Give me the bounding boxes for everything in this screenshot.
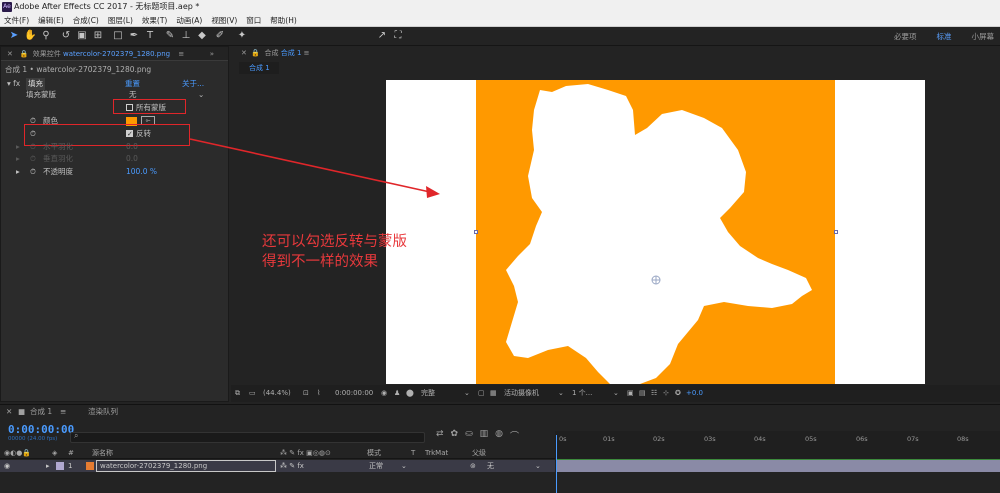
layer-index: 1 — [68, 462, 73, 470]
tick-5: 05s — [805, 435, 817, 443]
label-color-swatch[interactable] — [56, 462, 64, 470]
comp-mini-flowchart-icon[interactable]: ⇄ — [436, 429, 444, 442]
tick-7: 07s — [907, 435, 919, 443]
tab-comp-1[interactable]: 合成 1 — [30, 405, 52, 419]
label-icon: ◈ — [52, 449, 58, 457]
comp-icon: ■ — [18, 407, 26, 416]
layer-name[interactable]: watercolor-2702379_1280.png — [96, 460, 276, 472]
chevron-down-icon[interactable]: ⌄ — [401, 460, 407, 472]
tick-3: 03s — [704, 435, 716, 443]
frame-blending-icon[interactable]: ▥ — [480, 429, 489, 442]
expand-arrow-icon[interactable]: ▸ — [46, 460, 50, 472]
tick-1: 01s — [603, 435, 615, 443]
layer-search-input[interactable]: ⌕ — [70, 431, 425, 443]
column-parent[interactable]: 父级 — [472, 447, 486, 459]
close-icon[interactable]: ✕ — [6, 405, 12, 419]
shy-icon[interactable]: ⛀ — [465, 429, 473, 442]
column-trkmat[interactable]: TrkMat — [425, 447, 448, 459]
layer-switches-icons[interactable]: ⁂ ✎ fx — [280, 460, 304, 472]
tick-0: 0s — [559, 435, 567, 443]
av-switch-icons: ◉◐●🔒 — [4, 449, 32, 457]
switches-icons: ⁂ ✎ fx ▣◎◍⊙ — [280, 449, 331, 457]
layer-row[interactable]: ◉ ▸ 1 watercolor-2702379_1280.png ⁂ ✎ fx… — [0, 460, 555, 472]
timeline-tabs: ✕ ■ 合成 1 ≡ 渲染队列 — [0, 405, 1000, 419]
layer-columns-header: ◉◐●🔒 ◈ # 源名称 ⁂ ✎ fx ▣◎◍⊙ 模式 T TrkMat 父级 — [0, 447, 555, 459]
layer-duration-bar[interactable] — [557, 460, 1000, 472]
column-mode[interactable]: 模式 — [367, 447, 381, 459]
frame-rate: 00000 (24.00 fps) — [8, 436, 58, 442]
panel-menu-icon[interactable]: ≡ — [60, 405, 66, 419]
eye-icon[interactable]: ◉ — [4, 460, 10, 472]
tick-6: 06s — [856, 435, 868, 443]
timeline-panel: ✕ ■ 合成 1 ≡ 渲染队列 0:00:00:00 00000 (24.00 … — [0, 404, 1000, 493]
current-time[interactable]: 0:00:00:00 — [8, 423, 74, 436]
annotation-text: 还可以勾选反转与蒙版 得到不一样的效果 — [262, 232, 407, 272]
timeline-switches: ⇄ ✿ ⛀ ▥ ◍ ⌒ — [436, 429, 519, 442]
draft-3d-icon[interactable]: ✿ — [451, 429, 459, 442]
column-t[interactable]: T — [411, 447, 415, 459]
annotation-line-2: 得到不一样的效果 — [262, 254, 378, 270]
motion-blur-icon[interactable]: ◍ — [495, 429, 503, 442]
tick-2: 02s — [653, 435, 665, 443]
tick-8: 08s — [957, 435, 969, 443]
image-file-icon — [86, 462, 94, 470]
playhead[interactable] — [556, 435, 557, 493]
parent-pickwhip-icon[interactable]: ⊚ — [470, 460, 476, 472]
chevron-down-icon[interactable]: ⌄ — [535, 460, 541, 472]
tick-4: 04s — [754, 435, 766, 443]
layer-mode-dropdown[interactable]: 正常 — [369, 460, 383, 472]
search-icon: ⌕ — [74, 431, 79, 440]
annotation-line-1: 还可以勾选反转与蒙版 — [262, 234, 407, 250]
graph-editor-icon[interactable]: ⌒ — [510, 429, 519, 442]
layer-parent-dropdown[interactable]: 无 — [487, 460, 494, 472]
tab-render-queue[interactable]: 渲染队列 — [88, 405, 118, 419]
time-ruler[interactable]: 0s 01s 02s 03s 04s 05s 06s 07s 08s — [555, 431, 1000, 459]
index-icon: # — [68, 449, 74, 457]
column-source-name[interactable]: 源名称 — [92, 447, 113, 459]
